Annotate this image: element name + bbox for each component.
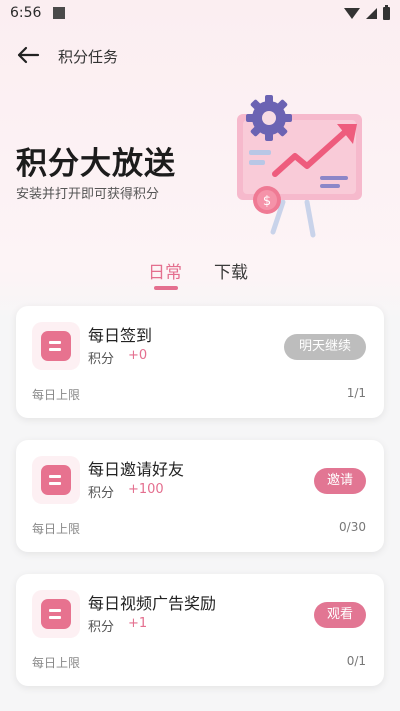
continue-tomorrow-button[interactable]: 明天继续 [283,334,366,360]
daily-limit-label: 每日上限 [32,522,81,536]
notification-icon [53,7,66,19]
hero-illustration: $ [237,95,362,238]
tab-active-indicator [154,286,178,290]
back-button[interactable] [14,42,42,68]
points-label: 积分 [88,620,115,635]
task-icon [41,331,71,361]
daily-limit-value: 0/30 [339,520,366,534]
points-label: 积分 [88,486,115,501]
points-value: +0 [128,348,148,363]
task-tabs: 日常 下载 [0,258,400,294]
status-bar: 6:56 [0,0,400,26]
signal-icon [366,7,377,19]
task-icon-wrap [32,322,80,370]
back-arrow-icon [17,46,40,64]
task-title: 每日邀请好友 [88,460,185,479]
page-title: 积分任务 [58,48,119,66]
daily-limit-value: 1/1 [346,386,366,400]
header: 积分任务 [0,38,400,72]
task-title: 每日签到 [88,326,153,345]
daily-limit-value: 0/1 [346,654,366,668]
status-icons [344,4,390,20]
daily-limit-label: 每日上限 [32,388,81,402]
tab-download[interactable]: 下载 [214,258,248,283]
tab-daily[interactable]: 日常 [148,258,182,283]
invite-button[interactable]: 邀请 [313,468,366,494]
svg-text:$: $ [263,194,271,209]
status-time: 6:56 [10,5,42,21]
points-label: 积分 [88,352,115,367]
task-icon [41,465,71,495]
task-card-invite: 每日邀请好友 积分 +100 邀请 每日上限 0/30 [16,440,384,552]
task-card-video-ad: 每日视频广告奖励 积分 +1 观看 每日上限 0/1 [16,574,384,686]
battery-icon [383,4,390,20]
hero-subtitle: 安装并打开即可获得积分 [16,187,160,202]
task-card-checkin: 每日签到 积分 +0 明天继续 每日上限 1/1 [16,306,384,418]
hero-title: 积分大放送 [16,146,176,182]
task-icon [41,599,71,629]
daily-limit-label: 每日上限 [32,656,81,670]
points-value: +100 [128,482,164,497]
points-value: +1 [128,616,148,631]
task-icon-wrap [32,456,80,504]
task-title: 每日视频广告奖励 [88,594,217,613]
watch-button[interactable]: 观看 [313,602,366,628]
wifi-icon [344,7,360,19]
task-icon-wrap [32,590,80,638]
